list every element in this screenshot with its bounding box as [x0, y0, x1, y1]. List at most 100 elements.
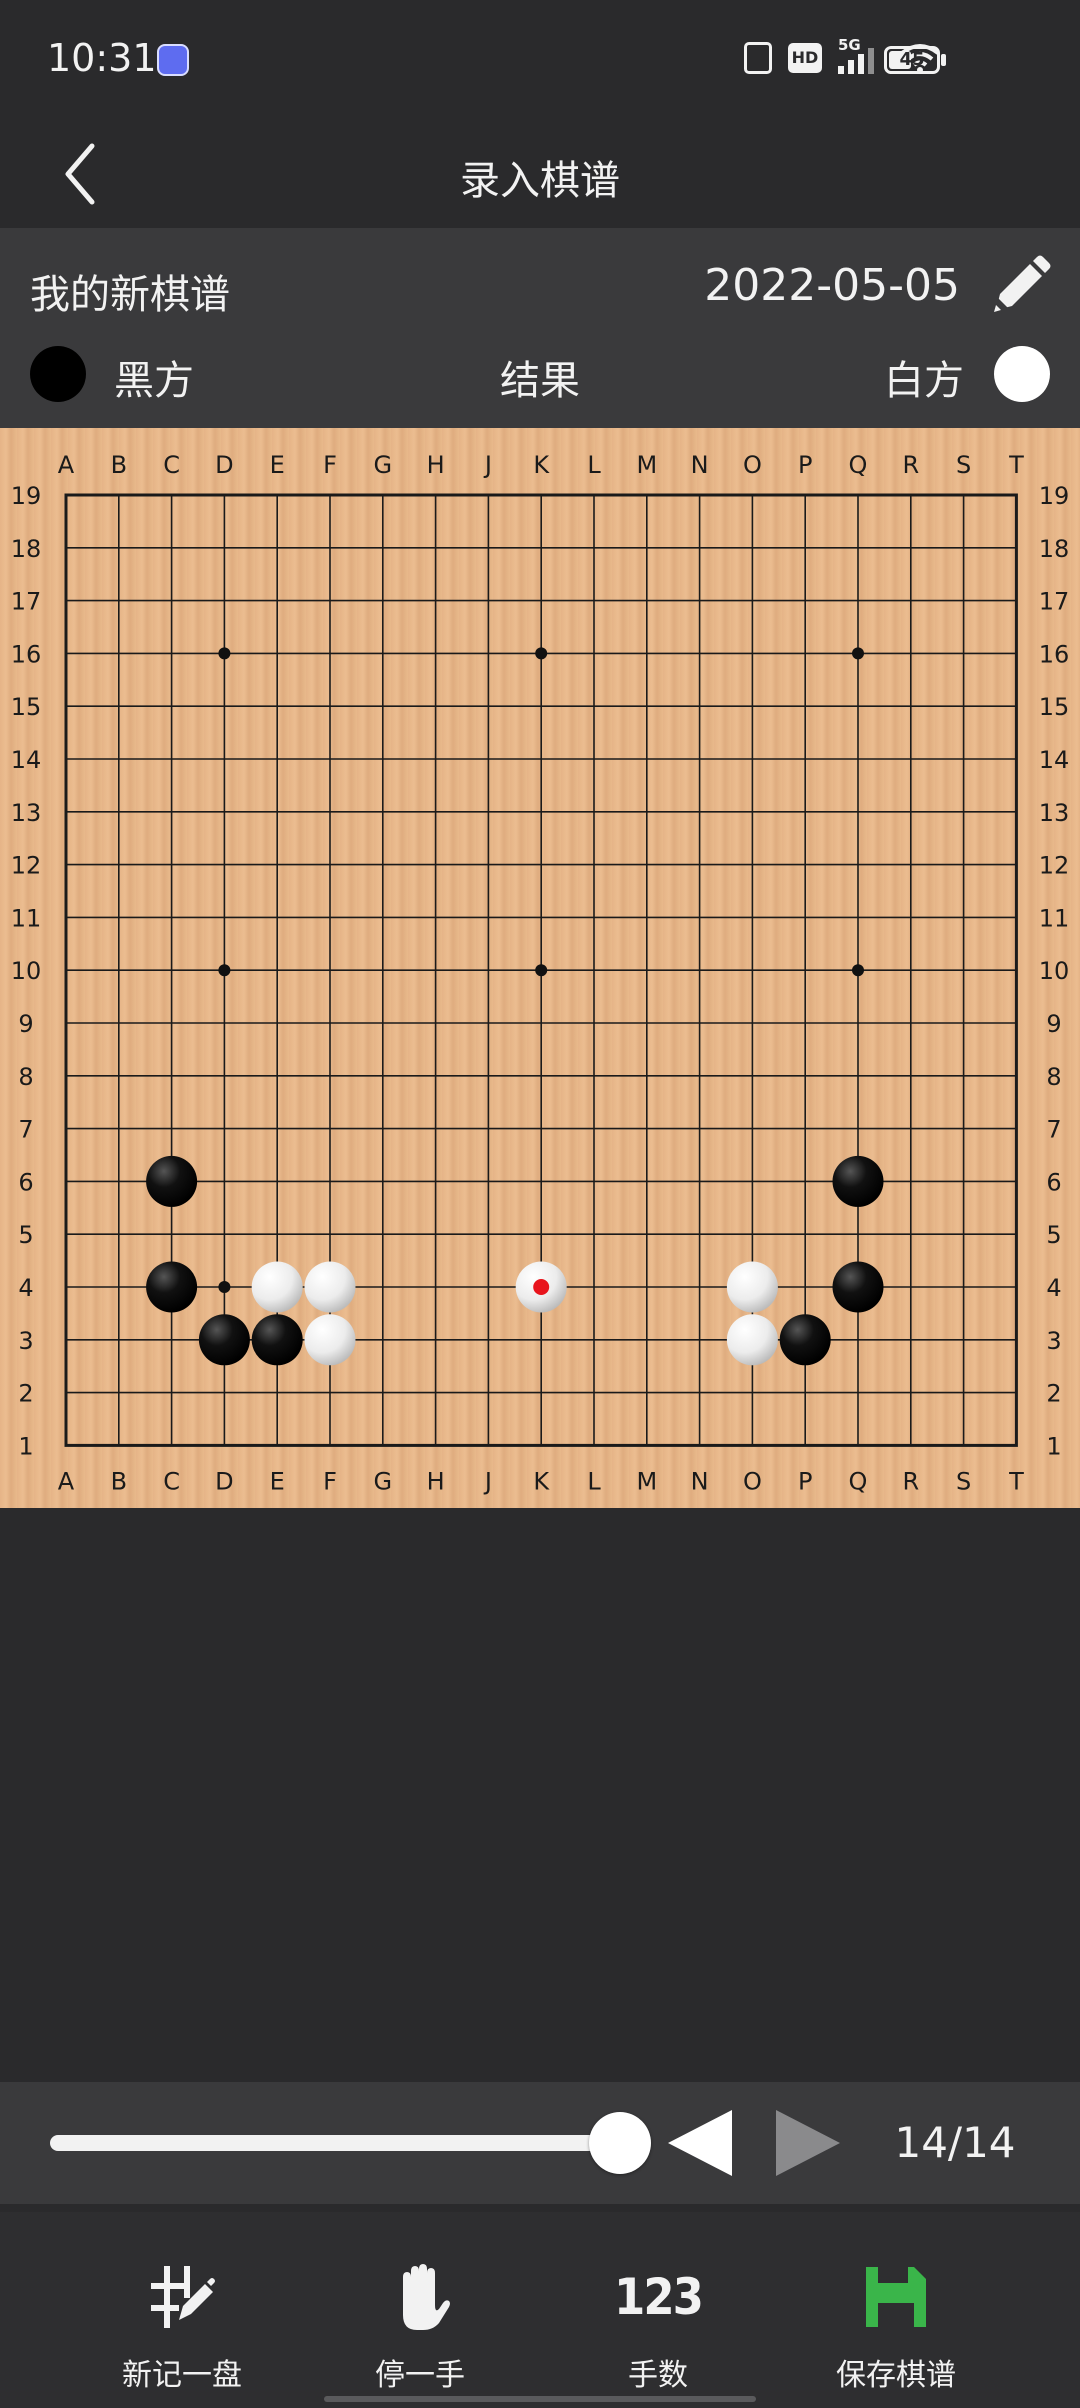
black-stone	[198, 1314, 250, 1366]
next-move-button[interactable]	[768, 2106, 848, 2180]
column-label-bottom: F	[323, 1467, 337, 1495]
pass-button[interactable]: 停一手	[320, 2212, 520, 2408]
row-label-left: 5	[18, 1221, 33, 1249]
move-counter: 14/14	[894, 2118, 1016, 2167]
column-label-bottom: K	[533, 1467, 550, 1495]
row-label-right: 14	[1039, 746, 1070, 774]
record-info-panel: 我的新棋谱 2022-05-05 黑方 结果 白方	[0, 228, 1080, 428]
previous-move-button[interactable]	[660, 2106, 740, 2180]
row-label-right: 19	[1039, 482, 1070, 510]
star-point	[535, 964, 548, 977]
row-label-right: 9	[1046, 1010, 1061, 1038]
move-slider-track[interactable]	[50, 2135, 620, 2151]
move-numbers-label: 手数	[628, 2358, 688, 2393]
row-label-left: 14	[11, 746, 42, 774]
vibrate-icon	[744, 42, 772, 74]
page-title: 录入棋谱	[460, 158, 620, 204]
last-move-marker	[533, 1279, 550, 1295]
pass-label: 停一手	[375, 2358, 465, 2393]
row-label-left: 15	[11, 693, 42, 721]
white-stone	[726, 1261, 778, 1313]
black-stone	[251, 1314, 303, 1366]
column-label-bottom: S	[956, 1467, 971, 1495]
black-stone	[146, 1261, 198, 1313]
row-label-right: 4	[1046, 1274, 1061, 1302]
column-label-top: T	[1008, 451, 1024, 479]
row-label-left: 16	[11, 640, 42, 668]
column-label-bottom: C	[163, 1467, 180, 1495]
row-label-left: 10	[11, 957, 42, 985]
new-record-label: 新记一盘	[122, 2358, 242, 2393]
column-label-top: B	[111, 451, 127, 479]
row-label-left: 12	[11, 852, 42, 880]
column-label-bottom: Q	[849, 1467, 868, 1495]
row-label-right: 5	[1046, 1221, 1061, 1249]
battery-icon: 45	[884, 46, 940, 74]
board-grid[interactable]: AABBCCDDEEFFGGHHJJKKLLMMNNOOPPQQRRSSTT19…	[0, 428, 1080, 1508]
column-label-top: Q	[849, 451, 868, 479]
row-label-right: 12	[1039, 852, 1070, 880]
record-date[interactable]: 2022-05-05	[704, 260, 960, 311]
column-label-top: L	[587, 451, 601, 479]
triangle-left-icon	[668, 2110, 732, 2176]
row-label-left: 1	[18, 1432, 33, 1460]
row-label-left: 18	[11, 535, 42, 563]
column-label-top: M	[636, 451, 657, 479]
move-numbers-button[interactable]: 123 手数	[558, 2212, 758, 2408]
column-label-top: C	[163, 451, 180, 479]
move-slider-thumb[interactable]	[589, 2112, 651, 2174]
column-label-bottom: G	[373, 1467, 392, 1495]
black-stone	[832, 1155, 884, 1207]
column-label-top: S	[956, 451, 971, 479]
new-board-icon	[142, 2262, 222, 2332]
column-label-top: H	[427, 451, 445, 479]
record-name[interactable]: 我的新棋谱	[30, 262, 230, 320]
row-label-left: 19	[11, 482, 42, 510]
home-indicator	[324, 2396, 756, 2402]
column-label-bottom: O	[743, 1467, 762, 1495]
save-icon	[856, 2262, 936, 2332]
row-label-left: 7	[18, 1116, 33, 1144]
column-label-top: K	[533, 451, 550, 479]
signal-icon: 5G	[838, 36, 884, 74]
go-board[interactable]: A A B B C C D D E E F F G G H H J J K K L L M M N N O O P P Q Q R R S S T T 19…	[0, 428, 1080, 1508]
save-record-button[interactable]: 保存棋谱	[796, 2212, 996, 2408]
column-label-top: P	[798, 451, 812, 479]
row-label-left: 6	[18, 1168, 33, 1196]
row-label-left: 3	[18, 1327, 33, 1355]
column-label-top: F	[323, 451, 337, 479]
white-player-stone-icon	[994, 346, 1050, 402]
new-record-button[interactable]: 新记一盘	[82, 2212, 282, 2408]
notification-app-icon	[157, 44, 189, 76]
white-player-label[interactable]: 白方	[884, 348, 964, 406]
move-control-bar: 14/14	[0, 2082, 1080, 2204]
numbers-icon: 123	[614, 2268, 704, 2326]
triangle-right-icon	[776, 2110, 840, 2176]
column-label-bottom: E	[270, 1467, 285, 1495]
row-label-right: 11	[1039, 904, 1070, 932]
edit-button[interactable]	[984, 252, 1054, 322]
row-label-right: 17	[1039, 588, 1070, 616]
white-stone	[726, 1314, 778, 1366]
white-stone	[251, 1261, 303, 1313]
white-stone	[304, 1261, 356, 1313]
nav-bar: 录入棋谱	[0, 120, 1080, 228]
star-point	[852, 647, 864, 660]
row-label-right: 8	[1046, 1063, 1061, 1091]
row-label-left: 11	[11, 904, 42, 932]
row-label-right: 6	[1046, 1168, 1061, 1196]
row-label-right: 1	[1046, 1432, 1061, 1460]
row-label-right: 18	[1039, 535, 1070, 563]
column-label-bottom: N	[691, 1467, 709, 1495]
row-label-left: 8	[18, 1063, 33, 1091]
row-label-right: 16	[1039, 640, 1070, 668]
column-label-bottom: H	[427, 1467, 445, 1495]
row-label-right: 3	[1046, 1327, 1061, 1355]
battery-tip	[941, 54, 946, 66]
row-label-left: 4	[18, 1274, 33, 1302]
column-label-bottom: J	[483, 1467, 492, 1495]
column-label-bottom: L	[587, 1467, 601, 1495]
row-label-right: 15	[1039, 693, 1070, 721]
row-label-left: 9	[18, 1010, 33, 1038]
star-point	[852, 964, 864, 977]
